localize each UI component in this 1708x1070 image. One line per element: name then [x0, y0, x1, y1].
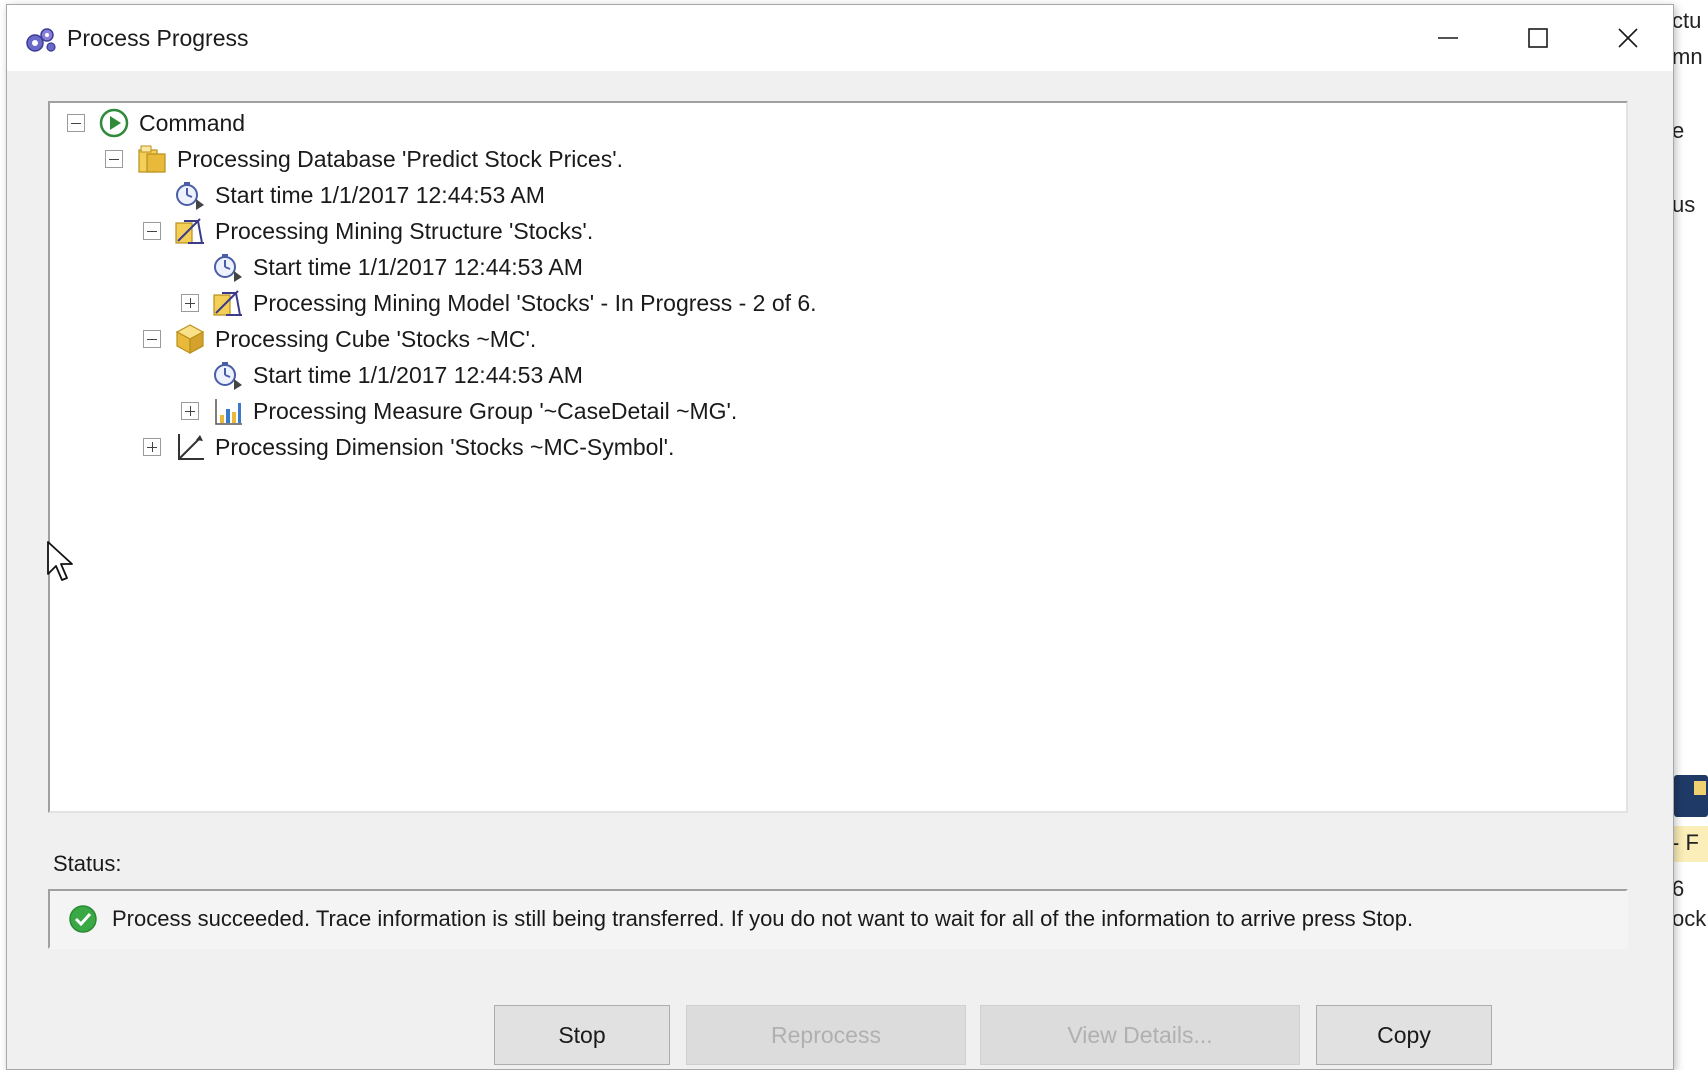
tree-node-mining-structure[interactable]: Processing Mining Structure 'Stocks'.: [143, 213, 593, 249]
maximize-icon: [1528, 28, 1548, 48]
reprocess-button[interactable]: Reprocess: [686, 1005, 966, 1065]
collapse-toggle[interactable]: [67, 114, 85, 132]
status-message: Process succeeded. Trace information is …: [112, 906, 1414, 931]
tree-node-label: Processing Cube 'Stocks ~MC'.: [215, 325, 537, 352]
bg-item-icon: [1674, 775, 1708, 817]
mining-structure-icon: [175, 218, 204, 244]
tree-node-mining-model[interactable]: Processing Mining Model 'Stocks' - In Pr…: [181, 285, 817, 321]
progress-tree[interactable]: Command Processing Database 'Predict Sto…: [48, 101, 1628, 813]
gears-icon: [26, 28, 56, 52]
tree-node-label: Start time 1/1/2017 12:44:53 AM: [253, 253, 583, 280]
cube-icon: [175, 324, 205, 355]
stopwatch-icon: [214, 254, 242, 282]
minimize-icon: [1438, 37, 1458, 39]
stop-button[interactable]: Stop: [494, 1005, 670, 1065]
expand-toggle[interactable]: [181, 294, 199, 312]
close-icon: [1618, 28, 1638, 48]
collapse-toggle[interactable]: [143, 330, 161, 348]
title-bar[interactable]: Process Progress: [7, 5, 1673, 71]
tree-node-label: Command: [139, 109, 246, 136]
collapse-toggle[interactable]: [143, 222, 161, 240]
tree-node-dimension[interactable]: Processing Dimension 'Stocks ~MC-Symbol'…: [143, 429, 674, 465]
tree-node-label: Start time 1/1/2017 12:44:53 AM: [215, 181, 545, 208]
close-button[interactable]: [1583, 5, 1673, 71]
minimize-button[interactable]: [1403, 5, 1493, 71]
tree-node-database[interactable]: Processing Database 'Predict Stock Price…: [105, 141, 623, 177]
tree-node-label: Start time 1/1/2017 12:44:53 AM: [253, 361, 583, 388]
tree-node-label: Processing Mining Model 'Stocks' - In Pr…: [253, 289, 817, 316]
bg-text-fragment: ctu: [1672, 8, 1702, 33]
window-title: Process Progress: [67, 25, 249, 51]
success-check-icon: [69, 905, 97, 933]
status-label: Status:: [53, 851, 122, 876]
bg-text-fragment: mn: [1672, 44, 1703, 69]
tree-node-cube[interactable]: Processing Cube 'Stocks ~MC'.: [143, 321, 536, 357]
view-details-button[interactable]: View Details...: [980, 1005, 1300, 1065]
bg-text-fragment: - F: [1672, 830, 1699, 855]
status-message-box: Process succeeded. Trace information is …: [48, 889, 1628, 949]
database-icon: [138, 145, 166, 173]
stopwatch-icon: [214, 362, 242, 390]
tree-node-label: Processing Database 'Predict Stock Price…: [177, 145, 623, 172]
measure-group-icon: [215, 399, 242, 425]
tree-node-start-time[interactable]: Start time 1/1/2017 12:44:53 AM: [181, 249, 583, 285]
tree-node-label: Processing Dimension 'Stocks ~MC-Symbol'…: [215, 433, 675, 460]
tree-node-label: Processing Measure Group '~CaseDetail ~M…: [253, 397, 738, 424]
tree-node-start-time[interactable]: Start time 1/1/2017 12:44:53 AM: [181, 357, 583, 393]
play-circle-icon: [99, 108, 129, 138]
dimension-icon: [178, 434, 204, 460]
tree-node-command[interactable]: Command: [67, 105, 245, 141]
collapse-toggle[interactable]: [105, 150, 123, 168]
tree-node-start-time[interactable]: Start time 1/1/2017 12:44:53 AM: [143, 177, 545, 213]
expand-toggle[interactable]: [181, 402, 199, 420]
tree-node-measure-group[interactable]: Processing Measure Group '~CaseDetail ~M…: [181, 393, 737, 429]
mining-model-icon: [213, 290, 242, 316]
bg-text-fragment: ock: [1672, 906, 1707, 931]
stopwatch-icon: [176, 182, 204, 210]
maximize-button[interactable]: [1493, 5, 1583, 71]
copy-button[interactable]: Copy: [1316, 1005, 1492, 1065]
mouse-pointer-icon: [47, 541, 73, 581]
background-window: ctu mn e us - F 6 ock: [1668, 0, 1708, 1070]
expand-toggle[interactable]: [143, 438, 161, 456]
bg-text-fragment: us: [1672, 192, 1696, 217]
tree-node-label: Processing Mining Structure 'Stocks'.: [215, 217, 594, 244]
process-progress-dialog: Process Progress Command Processing Data…: [6, 4, 1674, 1070]
